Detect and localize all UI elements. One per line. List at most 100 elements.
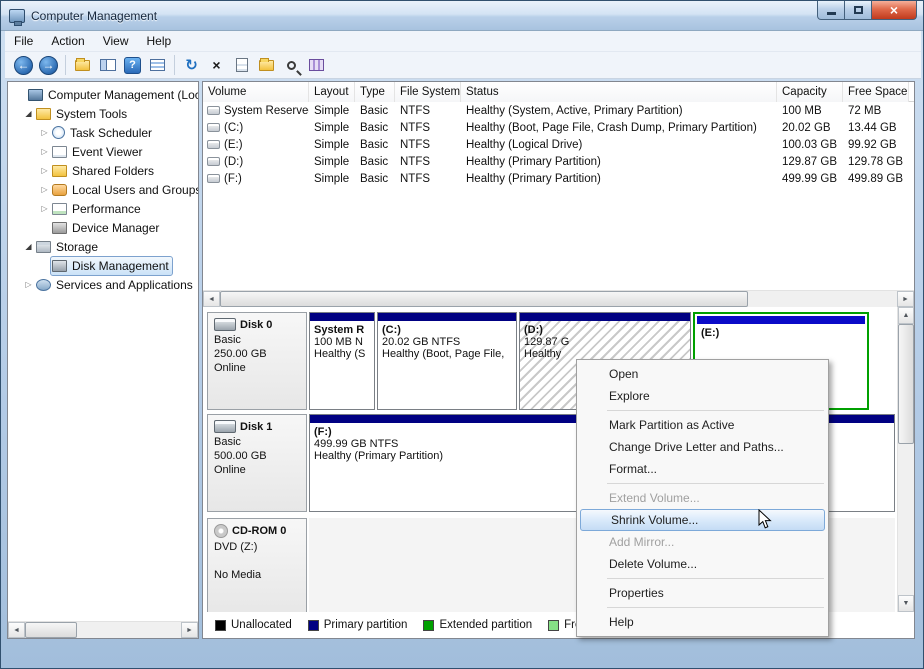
tree-item-system-tools[interactable]: System Tools [8, 104, 198, 123]
tree-horizontal-scrollbar[interactable] [8, 621, 198, 638]
help-button[interactable]: ? [121, 54, 144, 76]
graphical-view-vertical-scrollbar[interactable] [897, 307, 914, 612]
menu-action[interactable]: Action [42, 31, 93, 52]
expander-collapsed-icon[interactable] [38, 185, 51, 194]
scroll-left-icon[interactable] [8, 622, 25, 638]
scrollbar-track[interactable] [898, 444, 914, 595]
disk-1-header[interactable]: Disk 1 Basic 500.00 GB Online [207, 414, 307, 512]
show-console-tree-button[interactable] [96, 54, 119, 76]
find-button[interactable] [280, 54, 303, 76]
scrollbar-track[interactable] [748, 291, 897, 307]
tree-item-storage[interactable]: Storage [8, 237, 198, 256]
column-header-file-system[interactable]: File System [395, 82, 461, 102]
expander-collapsed-icon[interactable] [38, 204, 51, 213]
menu-file[interactable]: File [5, 31, 42, 52]
expander-collapsed-icon[interactable] [38, 166, 51, 175]
scrollbar-track[interactable] [77, 622, 181, 638]
free-space-swatch-icon [548, 620, 559, 631]
cell-file-system: NTFS [395, 173, 461, 185]
scroll-right-icon[interactable] [897, 291, 914, 307]
cdrom-0-header[interactable]: CD-ROM 0 DVD (Z:) No Media [207, 518, 307, 616]
cell-free-space: 13.44 GB [843, 122, 909, 134]
back-button[interactable]: ← [12, 54, 35, 76]
cell-layout: Simple [309, 173, 355, 185]
refresh-button[interactable]: ↻ [180, 54, 203, 76]
scroll-up-icon[interactable] [898, 307, 914, 324]
cell-capacity: 129.87 GB [777, 156, 843, 168]
delete-button[interactable]: × [205, 54, 228, 76]
column-header-volume[interactable]: Volume [203, 82, 309, 102]
menu-help[interactable]: Help [138, 31, 181, 52]
disk-management-icon [52, 260, 67, 272]
column-header-layout[interactable]: Layout [309, 82, 355, 102]
open-button[interactable] [255, 54, 278, 76]
partition-system-reserved[interactable]: System R 100 MB N Healthy (S [309, 312, 375, 410]
menu-item-mark-partition-active[interactable]: Mark Partition as Active [579, 414, 826, 436]
volume-row-d[interactable]: (D:) Simple Basic NTFS Healthy (Primary … [203, 153, 914, 170]
disk-0-header[interactable]: Disk 0 Basic 250.00 GB Online [207, 312, 307, 410]
tree-item-label: Storage [56, 240, 98, 254]
expander-collapsed-icon[interactable] [38, 147, 51, 156]
scroll-right-icon[interactable] [181, 622, 198, 638]
tree-item-task-scheduler[interactable]: Task Scheduler [8, 123, 198, 142]
properties-button[interactable] [230, 54, 253, 76]
close-button[interactable] [872, 1, 917, 20]
volume-row-f[interactable]: (F:) Simple Basic NTFS Healthy (Primary … [203, 170, 914, 187]
up-level-button[interactable] [71, 54, 94, 76]
scrollbar-thumb[interactable] [898, 324, 914, 444]
disk-type: Basic [214, 436, 300, 448]
primary-partition-strip [520, 313, 690, 321]
scroll-down-icon[interactable] [898, 595, 914, 612]
tree-item-services-and-applications[interactable]: Services and Applications [8, 275, 198, 294]
menu-item-shrink-volume[interactable]: Shrink Volume... [580, 509, 825, 531]
tree-item-label: Shared Folders [72, 164, 154, 178]
expander-collapsed-icon[interactable] [22, 280, 35, 289]
scrollbar-thumb[interactable] [25, 622, 77, 638]
tree-item-computer-management[interactable]: Computer Management (Local [8, 85, 198, 104]
tree-item-performance[interactable]: Performance [8, 199, 198, 218]
volume-row-system-reserved[interactable]: System Reserved Simple Basic NTFS Health… [203, 102, 914, 119]
disk-name: CD-ROM 0 [232, 525, 286, 537]
disk-type: DVD (Z:) [214, 541, 300, 553]
cell-status: Healthy (Primary Partition) [461, 173, 777, 185]
menu-item-open[interactable]: Open [579, 363, 826, 385]
minimize-button[interactable] [817, 1, 845, 20]
export-list-button[interactable] [146, 54, 169, 76]
scrollbar-thumb[interactable] [220, 291, 748, 307]
scroll-left-icon[interactable] [203, 291, 220, 307]
settings-button[interactable] [305, 54, 328, 76]
partition-size: 100 MB N [314, 336, 370, 348]
menu-item-format[interactable]: Format... [579, 458, 826, 480]
partition-c[interactable]: (C:) 20.02 GB NTFS Healthy (Boot, Page F… [377, 312, 517, 410]
title-bar[interactable]: Computer Management [1, 1, 923, 31]
column-header-type[interactable]: Type [355, 82, 395, 102]
column-header-capacity[interactable]: Capacity [777, 82, 843, 102]
expander-expanded-icon[interactable] [22, 242, 35, 251]
volume-icon [207, 157, 220, 166]
column-header-status[interactable]: Status [461, 82, 777, 102]
cell-layout: Simple [309, 156, 355, 168]
maximize-button[interactable] [845, 1, 872, 20]
volume-row-e[interactable]: (E:) Simple Basic NTFS Healthy (Logical … [203, 136, 914, 153]
menu-item-properties[interactable]: Properties [579, 582, 826, 604]
tree-item-local-users-and-groups[interactable]: Local Users and Groups [8, 180, 198, 199]
tree-item-device-manager[interactable]: Device Manager [8, 218, 198, 237]
expander-expanded-icon[interactable] [22, 109, 35, 118]
forward-button[interactable]: → [37, 54, 60, 76]
disk-icon [214, 420, 236, 433]
menu-item-delete-volume[interactable]: Delete Volume... [579, 553, 826, 575]
tree-item-event-viewer[interactable]: Event Viewer [8, 142, 198, 161]
menu-view[interactable]: View [94, 31, 138, 52]
tree-item-label: Task Scheduler [70, 126, 152, 140]
expander-collapsed-icon[interactable] [38, 128, 51, 137]
column-header-free-space[interactable]: Free Space [843, 82, 909, 102]
cell-layout: Simple [309, 139, 355, 151]
volume-list-horizontal-scrollbar[interactable] [203, 290, 914, 307]
menu-item-explore[interactable]: Explore [579, 385, 826, 407]
menu-item-change-drive-letter[interactable]: Change Drive Letter and Paths... [579, 436, 826, 458]
tree-item-disk-management[interactable]: Disk Management [8, 256, 198, 275]
menu-item-help[interactable]: Help [579, 611, 826, 633]
tree-item-shared-folders[interactable]: Shared Folders [8, 161, 198, 180]
volume-list: Volume Layout Type File System Status Ca… [203, 82, 914, 290]
volume-row-c[interactable]: (C:) Simple Basic NTFS Healthy (Boot, Pa… [203, 119, 914, 136]
